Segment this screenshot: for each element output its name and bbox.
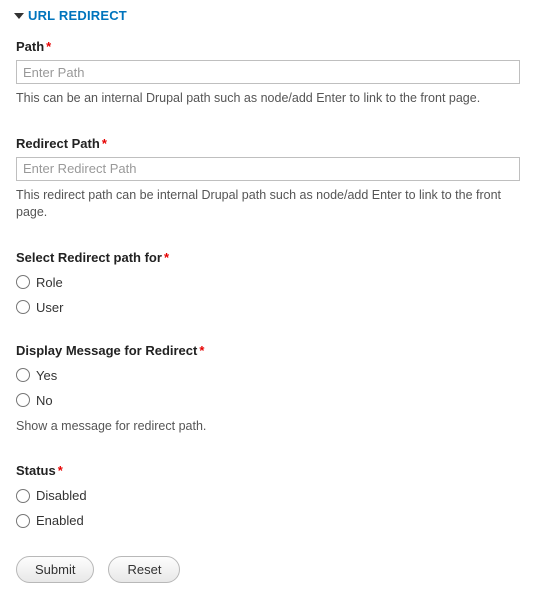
radio-enabled[interactable]: Enabled (16, 513, 520, 528)
section-title: URL REDIRECT (28, 8, 127, 23)
radio-yes-input[interactable] (16, 368, 30, 382)
display-msg-description: Show a message for redirect path. (16, 418, 520, 436)
radio-no-label: No (36, 393, 53, 408)
redirect-path-input[interactable] (16, 157, 520, 181)
radio-disabled-label: Disabled (36, 488, 87, 503)
required-marker: * (46, 39, 51, 54)
radio-role-label: Role (36, 275, 63, 290)
radio-role-input[interactable] (16, 275, 30, 289)
path-description: This can be an internal Drupal path such… (16, 90, 520, 108)
collapse-icon (14, 13, 24, 19)
select-for-label: Select Redirect path for* (16, 250, 520, 265)
radio-yes[interactable]: Yes (16, 368, 520, 383)
radio-enabled-input[interactable] (16, 514, 30, 528)
radio-user-label: User (36, 300, 63, 315)
required-marker: * (199, 343, 204, 358)
radio-disabled-input[interactable] (16, 489, 30, 503)
path-label: Path* (16, 39, 520, 54)
status-label: Status* (16, 463, 520, 478)
radio-user[interactable]: User (16, 300, 520, 315)
section-toggle[interactable]: URL REDIRECT (16, 8, 520, 23)
radio-user-input[interactable] (16, 300, 30, 314)
path-input[interactable] (16, 60, 520, 84)
reset-button[interactable]: Reset (108, 556, 180, 583)
radio-disabled[interactable]: Disabled (16, 488, 520, 503)
required-marker: * (58, 463, 63, 478)
radio-role[interactable]: Role (16, 275, 520, 290)
radio-yes-label: Yes (36, 368, 57, 383)
radio-no[interactable]: No (16, 393, 520, 408)
radio-no-input[interactable] (16, 393, 30, 407)
submit-button[interactable]: Submit (16, 556, 94, 583)
required-marker: * (164, 250, 169, 265)
redirect-path-label: Redirect Path* (16, 136, 520, 151)
display-msg-label: Display Message for Redirect* (16, 343, 520, 358)
redirect-path-description: This redirect path can be internal Drupa… (16, 187, 520, 222)
required-marker: * (102, 136, 107, 151)
radio-enabled-label: Enabled (36, 513, 84, 528)
